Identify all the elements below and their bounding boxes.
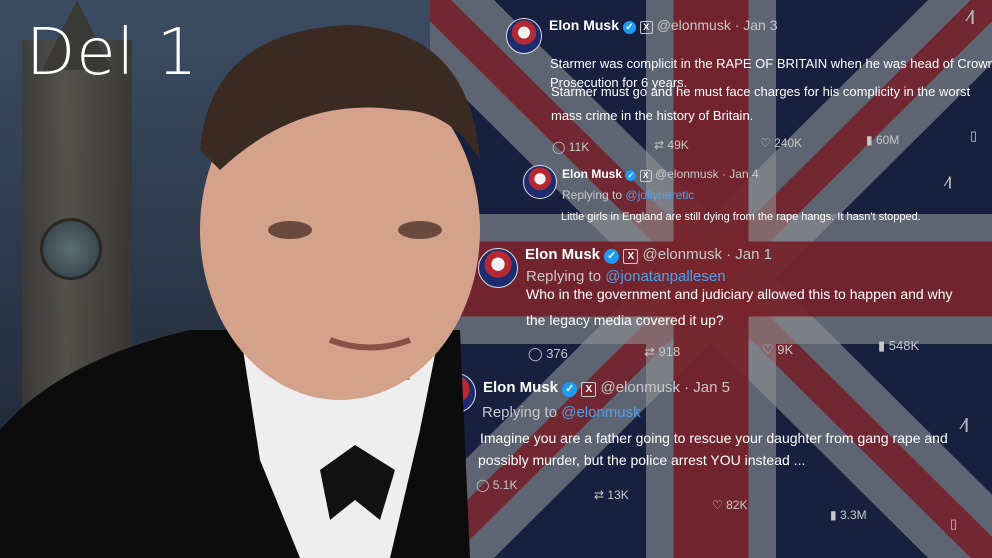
author-name[interactable]: Elon Musk — [562, 167, 622, 181]
repost-icon: ⇄ — [644, 344, 655, 359]
views-count: 60M — [875, 133, 900, 147]
replying-to-link[interactable]: @jonatanpallesen — [605, 268, 725, 285]
views-count: 3.3M — [839, 508, 867, 522]
tweet-header: Elon Musk ✓ X @elonmusk · Jan 4 — [562, 167, 759, 182]
views-button[interactable]: ▮ 548K — [878, 338, 919, 354]
tweet-text-line: Starmer must go and he must face charges… — [551, 84, 971, 99]
repost-count: 918 — [658, 344, 681, 359]
replying-to-link[interactable]: @elonmusk — [561, 404, 640, 421]
like-count: 82K — [726, 498, 748, 512]
tweet-text-line: Starmer was complicit in the RAPE OF BRI… — [550, 56, 992, 71]
x-logo-icon: X — [639, 170, 652, 182]
tweet-date[interactable]: · Jan 3 — [735, 17, 778, 33]
views-count: 548K — [888, 338, 920, 353]
author-handle[interactable]: @elonmusk — [657, 17, 731, 33]
x-logo-icon: X — [639, 21, 653, 34]
views-button[interactable]: ▮ 3.3M — [830, 508, 867, 522]
like-button[interactable]: ♡ 82K — [712, 498, 747, 512]
like-count: 9K — [777, 342, 794, 357]
tweet-header: Elon Musk ✓ X @elonmusk · Jan 1 — [525, 246, 772, 264]
tweet-header: Elon Musk ✓ X @elonmusk · Jan 3 — [549, 17, 778, 34]
repost-icon: ⇄ — [654, 138, 665, 152]
tweet-date[interactable]: · Jan 5 — [684, 379, 730, 396]
author-handle[interactable]: @elonmusk — [601, 379, 680, 396]
bookmark-icon[interactable]: ▯ — [950, 516, 957, 532]
heart-icon: ♡ — [712, 498, 723, 512]
tweet-text-line: mass crime in the history of Britain. — [551, 108, 754, 123]
verified-badge-icon: ✓ — [604, 249, 620, 264]
views-icon: ▮ — [866, 133, 873, 147]
repost-button[interactable]: ⇄ 49K — [654, 138, 689, 152]
author-handle[interactable]: @elonmusk — [655, 167, 719, 181]
heart-icon: ♡ — [762, 342, 774, 357]
page-title: Del 1 — [26, 16, 199, 90]
x-logo-icon: X — [581, 382, 597, 397]
replying-prefix: Replying to — [562, 188, 623, 202]
tweet-date[interactable]: · Jan 1 — [726, 246, 772, 263]
author-handle[interactable]: @elonmusk — [643, 246, 722, 263]
verified-badge-icon: ✓ — [562, 382, 578, 397]
like-button[interactable]: ♡ 9K — [762, 342, 793, 358]
tweet-text-line: Little girls in England are still dying … — [561, 211, 921, 223]
grok-icon[interactable]: ⁄| — [968, 8, 975, 25]
tweet-date[interactable]: · Jan 4 — [722, 167, 759, 181]
views-icon: ▮ — [830, 508, 837, 522]
replying-to-link[interactable]: @jollyheretic — [625, 188, 694, 202]
repost-count: 49K — [667, 138, 689, 152]
verified-badge-icon: ✓ — [622, 21, 636, 34]
tweet-text-line: Who in the government and judiciary allo… — [526, 286, 953, 302]
repost-button[interactable]: ⇄ 13K — [594, 488, 629, 502]
heart-icon: ♡ — [760, 136, 771, 150]
like-count: 240K — [774, 136, 803, 150]
grok-icon[interactable]: ⁄| — [962, 416, 969, 433]
x-logo-icon: X — [623, 249, 639, 264]
views-icon: ▮ — [878, 338, 886, 353]
grok-icon[interactable]: ⁄| — [946, 174, 952, 189]
repost-button[interactable]: ⇄ 918 — [644, 344, 680, 360]
replying-to: Replying to @jollyheretic — [562, 188, 694, 202]
views-button[interactable]: ▮ 60M — [866, 133, 899, 147]
verified-badge-icon: ✓ — [625, 170, 637, 181]
bookmark-icon[interactable]: ▯ — [970, 128, 977, 144]
reply-count: 11K — [568, 140, 590, 154]
like-button[interactable]: ♡ 240K — [760, 136, 802, 150]
repost-icon: ⇄ — [594, 488, 605, 502]
repost-count: 13K — [607, 488, 629, 502]
